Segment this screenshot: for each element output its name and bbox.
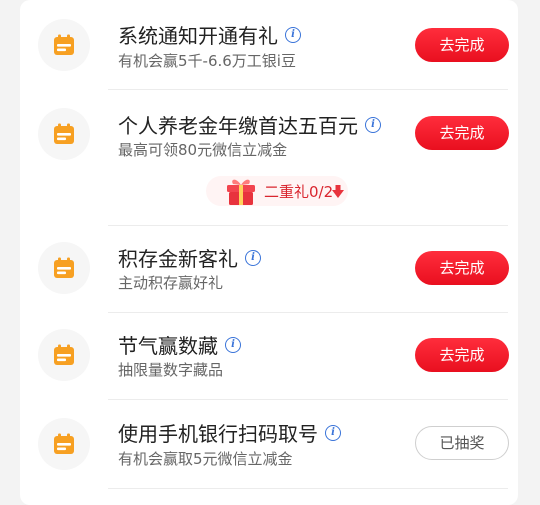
- calendar-icon: [54, 344, 74, 365]
- complete-button[interactable]: 去完成: [415, 28, 509, 62]
- task-title: 个人养老金年缴首达五百元 i: [118, 110, 381, 139]
- complete-button[interactable]: 去完成: [415, 251, 509, 285]
- task-subtitle: 抽限量数字藏品: [118, 361, 224, 379]
- task-title: 积存金新客礼 i: [118, 243, 261, 272]
- info-icon[interactable]: i: [245, 249, 261, 266]
- task-subtitle: 最高可领80元微信立减金: [118, 141, 288, 159]
- task-icon-container: [38, 242, 90, 294]
- task-subtitle: 有机会赢5千-6.6万工银i豆: [118, 52, 296, 70]
- task-title: 使用手机银行扫码取号 i: [118, 418, 341, 447]
- task-row-solar-terms: 节气赢数藏 i 抽限量数字藏品 去完成: [20, 313, 518, 399]
- complete-button[interactable]: 去完成: [415, 338, 509, 372]
- calendar-icon: [54, 433, 74, 454]
- task-title: 节气赢数藏 i: [118, 330, 241, 359]
- task-title-text: 积存金新客礼: [118, 247, 238, 271]
- task-title: 系统通知开通有礼 i: [118, 20, 301, 49]
- complete-button[interactable]: 去完成: [415, 116, 509, 150]
- task-title-text: 系统通知开通有礼: [118, 24, 278, 48]
- already-drawn-button[interactable]: 已抽奖: [415, 426, 509, 460]
- task-list-card: 系统通知开通有礼 i 有机会赢5千-6.6万工银i豆 去完成 个人养老金年缴首达…: [20, 0, 518, 505]
- task-row-system-notification: 系统通知开通有礼 i 有机会赢5千-6.6万工银i豆 去完成: [20, 0, 518, 90]
- divider: [108, 488, 508, 489]
- task-row-gold-savings: 积存金新客礼 i 主动积存赢好礼 去完成: [20, 226, 518, 312]
- arrow-down-icon: [332, 185, 344, 198]
- bonus-label: 二重礼0/2: [264, 183, 334, 201]
- info-icon[interactable]: i: [325, 424, 341, 441]
- calendar-icon: [54, 34, 74, 55]
- gift-icon: [227, 179, 255, 205]
- task-icon-container: [38, 329, 90, 381]
- bonus-progress-pill[interactable]: 二重礼0/2: [206, 176, 348, 206]
- calendar-icon: [54, 123, 74, 144]
- task-icon-container: [38, 19, 90, 71]
- info-icon[interactable]: i: [285, 26, 301, 43]
- info-icon[interactable]: i: [365, 116, 381, 133]
- task-subtitle: 有机会赢取5元微信立减金: [118, 450, 293, 468]
- info-icon[interactable]: i: [225, 336, 241, 353]
- calendar-icon: [54, 257, 74, 278]
- task-icon-container: [38, 418, 90, 470]
- task-row-scan-queue: 使用手机银行扫码取号 i 有机会赢取5元微信立减金 已抽奖: [20, 400, 518, 488]
- task-subtitle: 主动积存赢好礼: [118, 274, 224, 292]
- task-title-text: 节气赢数藏: [118, 334, 218, 358]
- task-icon-container: [38, 108, 90, 160]
- task-title-text: 个人养老金年缴首达五百元: [118, 114, 358, 138]
- task-title-text: 使用手机银行扫码取号: [118, 422, 318, 446]
